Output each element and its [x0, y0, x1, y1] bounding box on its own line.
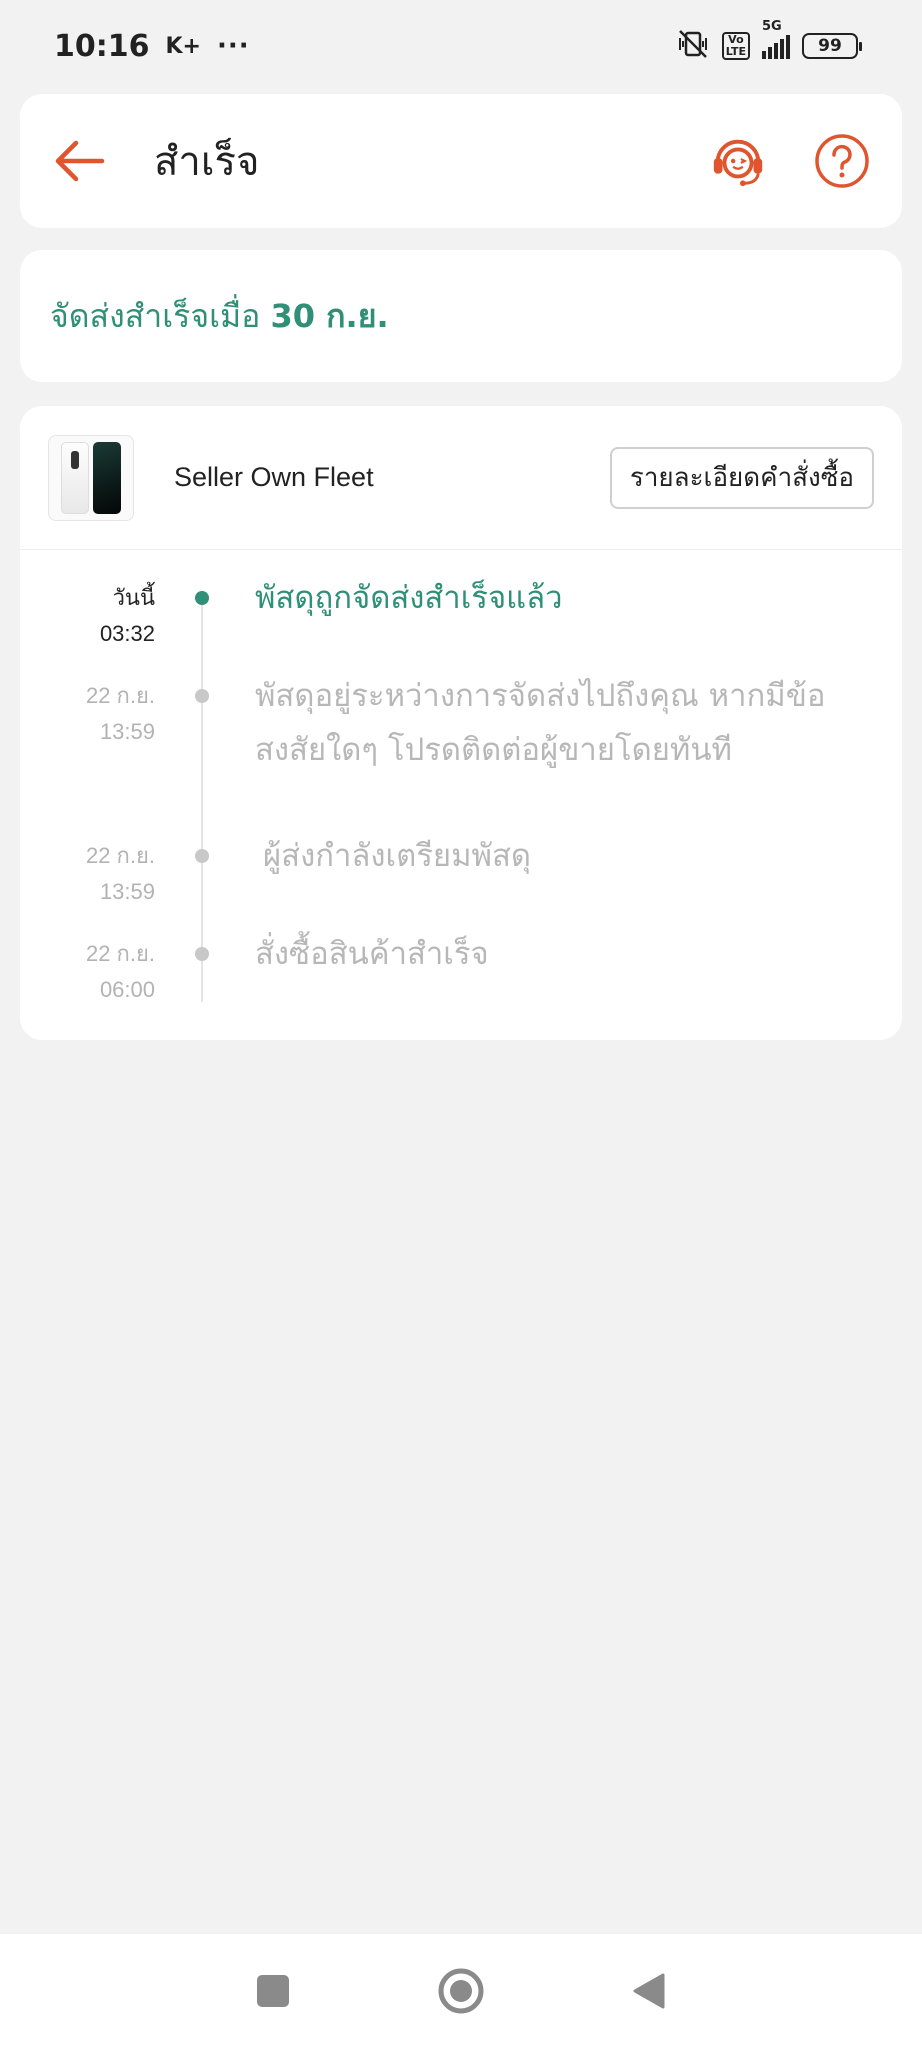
- timeline-time: 03:32: [99, 621, 155, 646]
- timeline-date: 22 ก.ย.: [85, 941, 155, 966]
- help-icon[interactable]: [812, 131, 872, 191]
- timeline-dot: [195, 849, 209, 863]
- timeline-message: พัสดุอยู่ระหว่างการจัดส่งไปถึงคุณ หากมีข…: [255, 678, 826, 768]
- shipment-summary: Seller Own Fleet รายละเอียดคำสั่งซื้อ: [20, 406, 902, 550]
- product-thumbnail[interactable]: [48, 434, 134, 521]
- header-bar: สำเร็จ: [20, 94, 902, 228]
- mute-vibrate-icon: [676, 29, 710, 63]
- timeline-date: วันนี้: [112, 585, 155, 610]
- timeline-item: 22 ก.ย. 13:59 ผู้ส่งกำลังเตรียมพัสดุ: [20, 838, 902, 936]
- battery-icon: 99: [802, 33, 862, 59]
- status-left: 10:16 K+ ···: [54, 29, 250, 64]
- clock: 10:16: [54, 28, 150, 64]
- more-notifications-icon: ···: [216, 31, 250, 61]
- timeline-dot: [195, 689, 209, 703]
- system-nav-bar: [0, 1934, 922, 2048]
- timeline-dot: [195, 947, 209, 961]
- carrier-badge: K+: [165, 33, 201, 59]
- timeline-dot: [195, 591, 209, 605]
- page-title: สำเร็จ: [154, 139, 260, 185]
- timeline-time: 13:59: [99, 719, 155, 744]
- order-details-button[interactable]: รายละเอียดคำสั่งซื้อ: [609, 446, 874, 509]
- signal-5g-icon: 5G: [762, 19, 790, 59]
- timeline-time: 13:59: [99, 879, 155, 904]
- timeline-item: วันนี้ 03:32 พัสดุถูกจัดส่งสำเร็จแล้ว: [20, 580, 902, 678]
- customer-support-icon[interactable]: [708, 131, 768, 191]
- timeline-message: ผู้ส่งกำลังเตรียมพัสดุ: [263, 838, 531, 874]
- timeline-timestamp: วันนี้ 03:32: [20, 580, 155, 678]
- triangle-back-icon[interactable]: [619, 1961, 679, 2021]
- timeline-timestamp: 22 ก.ย. 13:59: [20, 838, 155, 936]
- timeline-date: 22 ก.ย.: [85, 683, 155, 708]
- timeline-item: 22 ก.ย. 13:59 พัสดุอยู่ระหว่างการจัดส่งไ…: [20, 678, 902, 838]
- delivery-status-card: จัดส่งสำเร็จเมื่อ 30 ก.ย.: [20, 250, 902, 382]
- status-right: Vo LTE 5G 99: [676, 19, 862, 63]
- timeline-timestamp: 22 ก.ย. 13:59: [20, 678, 155, 838]
- square-icon[interactable]: [243, 1961, 303, 2021]
- carrier-name: Seller Own Fleet: [174, 462, 374, 492]
- back-arrow-icon[interactable]: [50, 131, 110, 191]
- delivery-status-text: จัดส่งสำเร็จเมื่อ 30 ก.ย.: [50, 291, 389, 342]
- tracking-card: Seller Own Fleet รายละเอียดคำสั่งซื้อ วั…: [20, 406, 902, 1040]
- tracking-timeline: วันนี้ 03:32 พัสดุถูกจัดส่งสำเร็จแล้ว 22…: [20, 550, 902, 1034]
- volte-icon: Vo LTE: [721, 32, 750, 60]
- timeline-item: 22 ก.ย. 06:00 สั่งซื้อสินค้าสำเร็จ: [20, 936, 902, 1034]
- circle-home-icon[interactable]: [431, 1961, 491, 2021]
- status-bar: 10:16 K+ ··· Vo LTE 5G 99: [0, 0, 922, 92]
- phone-image-black: [93, 441, 121, 514]
- timeline-time: 06:00: [99, 977, 155, 1002]
- delivery-status-prefix: จัดส่งสำเร็จเมื่อ: [50, 296, 271, 335]
- timeline-message: สั่งซื้อสินค้าสำเร็จ: [255, 936, 489, 972]
- timeline-timestamp: 22 ก.ย. 06:00: [20, 936, 155, 1034]
- phone-image-white: [61, 441, 89, 514]
- timeline-date: 22 ก.ย.: [85, 843, 155, 868]
- timeline-message: พัสดุถูกจัดส่งสำเร็จแล้ว: [255, 580, 563, 616]
- delivery-date: 30 ก.ย.: [270, 296, 389, 335]
